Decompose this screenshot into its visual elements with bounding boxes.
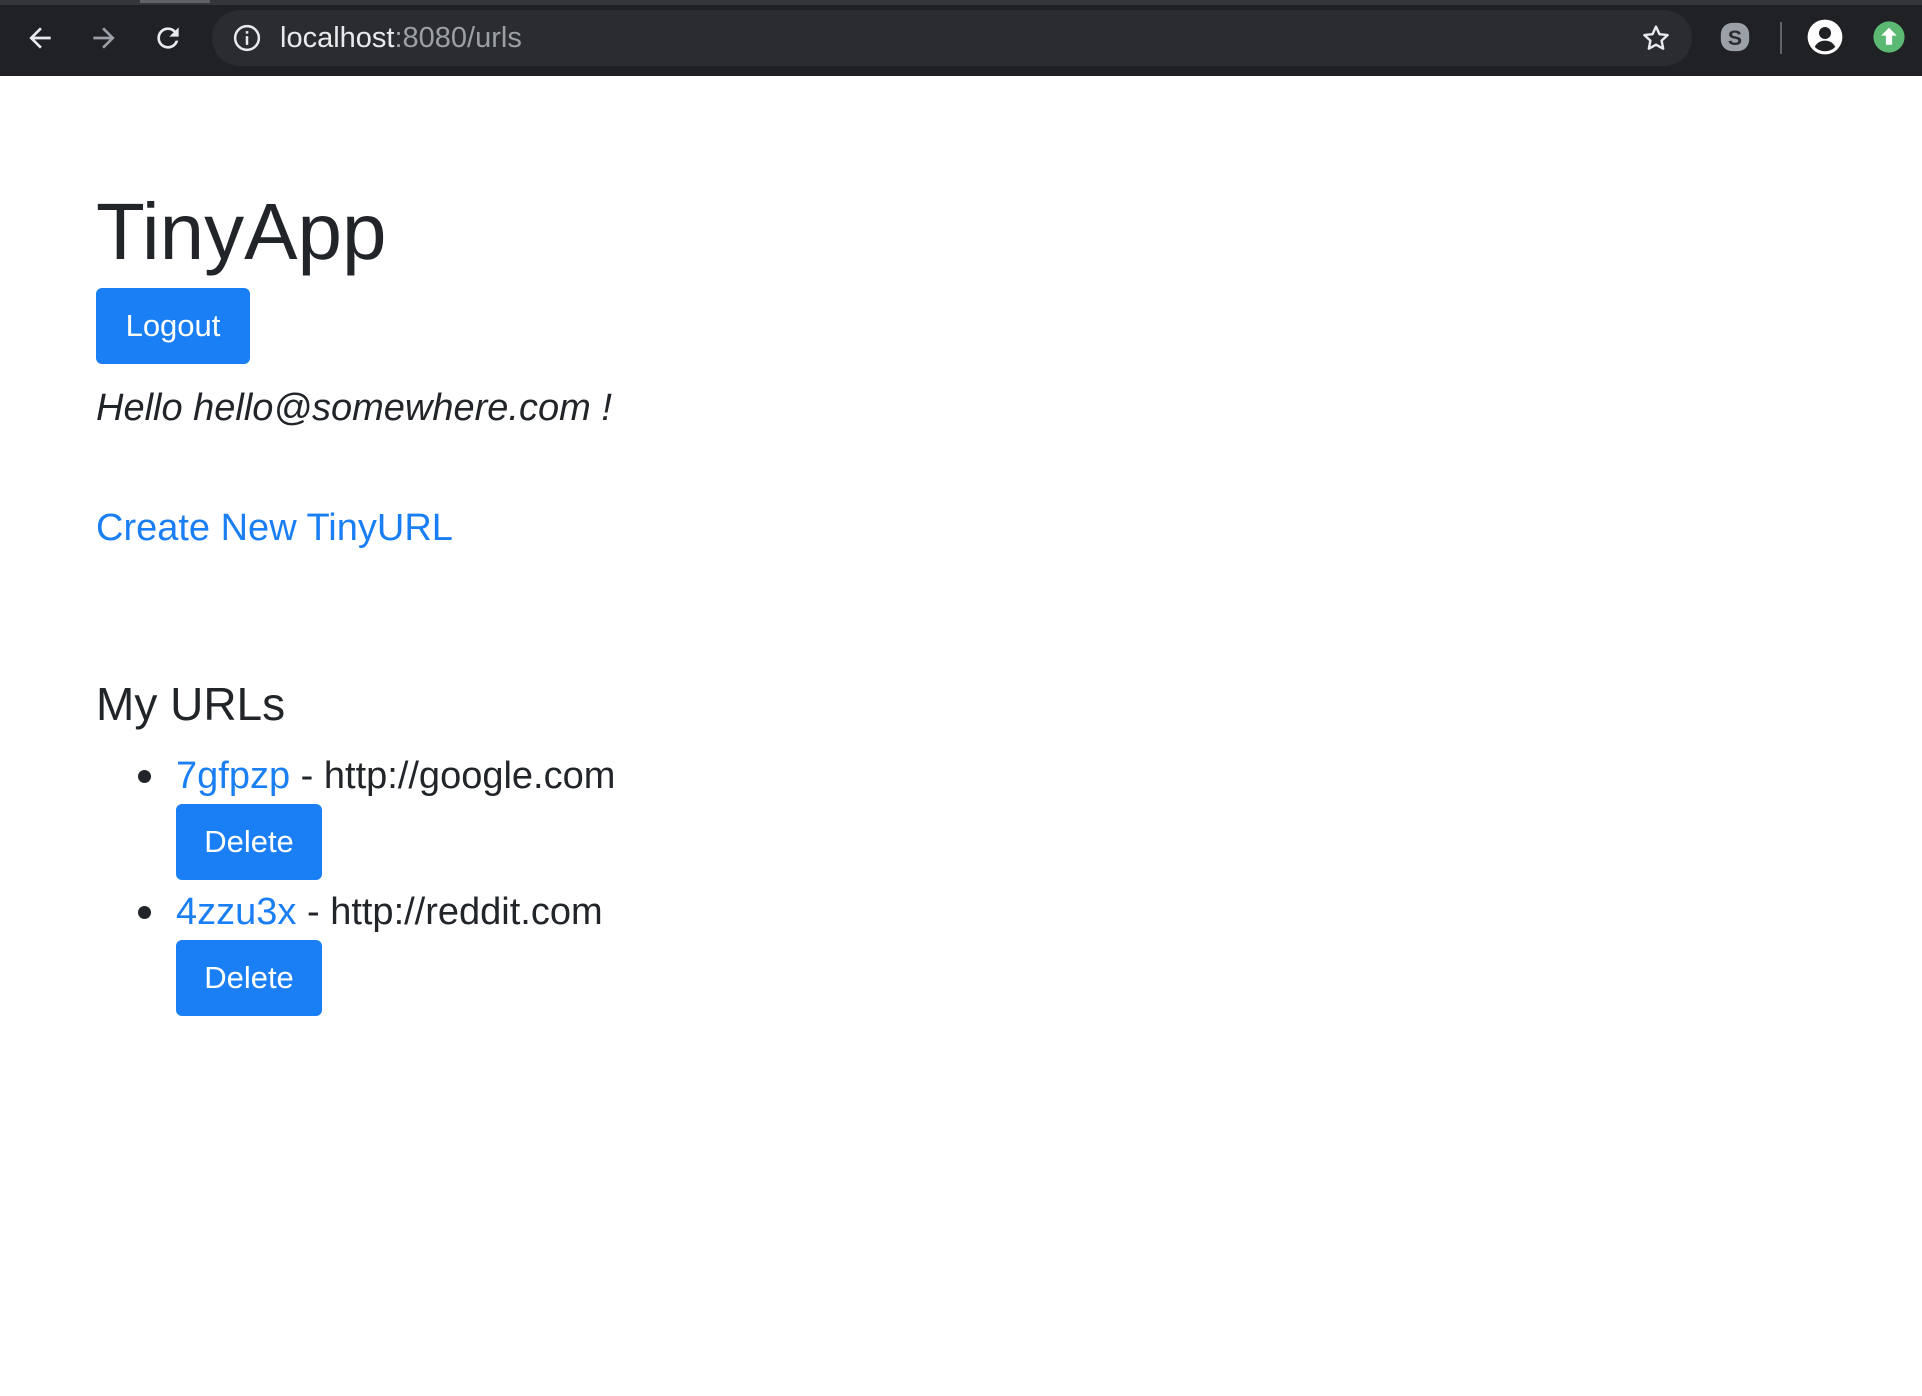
url-separator: -: [290, 755, 324, 797]
browser-toolbar: localhost:8080/urls S: [0, 0, 1922, 76]
list-item: 4zzu3x - http://reddit.com Delete: [96, 886, 996, 1022]
my-urls-heading: My URLs: [96, 678, 286, 730]
forward-button[interactable]: [82, 18, 126, 58]
update-arrow-icon[interactable]: [1872, 20, 1906, 54]
long-url: http://google.com: [323, 755, 616, 797]
back-button[interactable]: [18, 18, 62, 58]
svg-text:S: S: [1728, 26, 1742, 50]
toolbar-divider: [1780, 22, 1782, 54]
create-new-tinyurl-link[interactable]: Create New TinyURL: [96, 504, 453, 552]
active-tab-indicator: [140, 0, 210, 3]
long-url: http://reddit.com: [330, 891, 603, 933]
star-icon[interactable]: [1640, 22, 1672, 54]
reload-button[interactable]: [146, 18, 190, 58]
info-icon[interactable]: [232, 23, 262, 53]
logout-button[interactable]: Logout: [96, 288, 250, 364]
skype-icon[interactable]: S: [1718, 20, 1752, 54]
short-url-link[interactable]: 4zzu3x: [176, 891, 296, 933]
url-path: :8080/urls: [394, 22, 522, 54]
url-entry: 7gfpzp - http://google.com: [176, 750, 615, 802]
bullet-icon: [138, 770, 151, 783]
url-host: localhost: [280, 22, 395, 54]
bullet-icon: [138, 906, 151, 919]
arrow-left-icon: [29, 27, 51, 49]
short-url-link[interactable]: 7gfpzp: [176, 755, 290, 797]
delete-button[interactable]: Delete: [176, 940, 322, 1016]
page-title: TinyApp: [96, 187, 387, 276]
url-entry: 4zzu3x - http://reddit.com: [176, 886, 603, 938]
account-icon[interactable]: [1806, 18, 1844, 56]
reload-icon: [157, 27, 179, 49]
list-item: 7gfpzp - http://google.com Delete: [96, 750, 996, 886]
address-bar[interactable]: localhost:8080/urls: [212, 10, 1692, 66]
tab-strip: [0, 0, 1922, 5]
url-separator: -: [296, 891, 331, 933]
delete-button[interactable]: Delete: [176, 804, 322, 880]
arrow-right-icon: [93, 27, 115, 49]
url-text[interactable]: localhost:8080/urls: [280, 22, 522, 54]
greeting-text: Hello hello@somewhere.com !: [96, 387, 612, 429]
